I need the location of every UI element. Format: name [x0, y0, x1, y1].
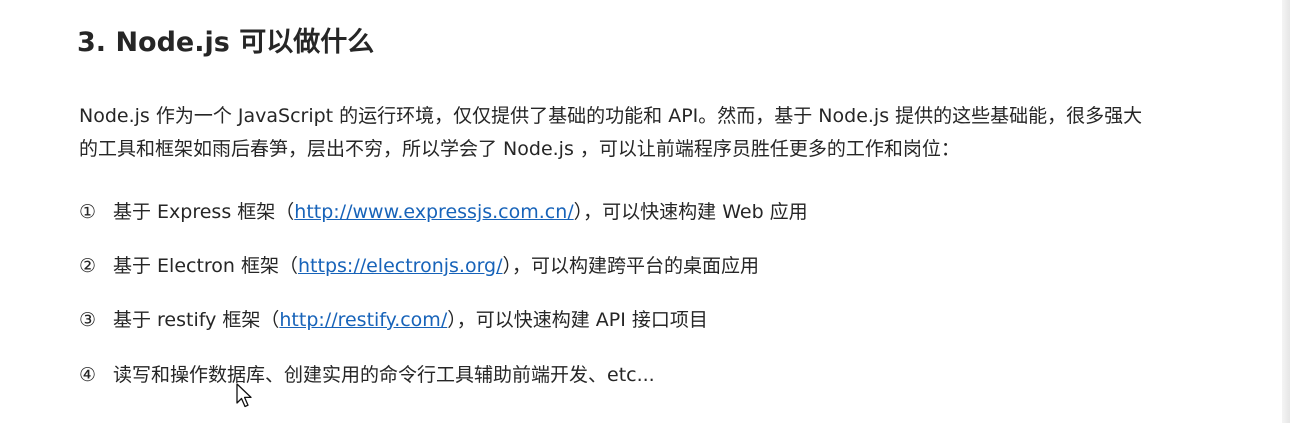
intro-line-2: 的工具和框架如雨后春笋，层出不穷，所以学会了 Node.js ，可以让前端程序员… — [79, 138, 960, 160]
item-suffix: ），可以快速构建 API 接口项目 — [447, 309, 708, 331]
item-text: 读写和操作数据库、创建实用的命令行工具辅助前端开发、etc... — [113, 364, 655, 386]
slide-page: 3. Node.js 可以做什么 Node.js 作为一个 JavaScript… — [0, 0, 1290, 423]
item-prefix: 基于 restify 框架（ — [113, 309, 280, 331]
item-prefix: 基于 Electron 框架（ — [113, 255, 299, 277]
intro-paragraph: Node.js 作为一个 JavaScript 的运行环境，仅仅提供了基础的功能… — [79, 100, 1274, 166]
window-edge — [1282, 0, 1290, 423]
list-item-restify: ③ 基于 restify 框架（http://restify.com/），可以快速… — [79, 307, 708, 333]
item-number: ② — [79, 255, 97, 277]
item-number: ④ — [79, 364, 97, 386]
item-suffix: ），可以构建跨平台的桌面应用 — [502, 255, 760, 277]
express-link[interactable]: http://www.expressjs.com.cn/ — [294, 201, 573, 223]
restify-link[interactable]: http://restify.com/ — [279, 309, 447, 331]
list-item-electron: ② 基于 Electron 框架（https://electronjs.org/）… — [79, 253, 759, 279]
item-prefix: 基于 Express 框架（ — [113, 201, 295, 223]
electron-link[interactable]: https://electronjs.org/ — [298, 255, 503, 277]
intro-line-1: Node.js 作为一个 JavaScript 的运行环境，仅仅提供了基础的功能… — [79, 105, 1143, 127]
list-item-express: ① 基于 Express 框架（http://www.expressjs.com.… — [79, 199, 808, 225]
mouse-pointer-icon — [236, 383, 252, 408]
list-item-database: ④ 读写和操作数据库、创建实用的命令行工具辅助前端开发、etc... — [79, 362, 655, 388]
section-heading: 3. Node.js 可以做什么 — [77, 27, 375, 58]
item-suffix: ），可以快速构建 Web 应用 — [573, 201, 808, 223]
item-number: ① — [79, 201, 97, 223]
item-number: ③ — [79, 309, 97, 331]
